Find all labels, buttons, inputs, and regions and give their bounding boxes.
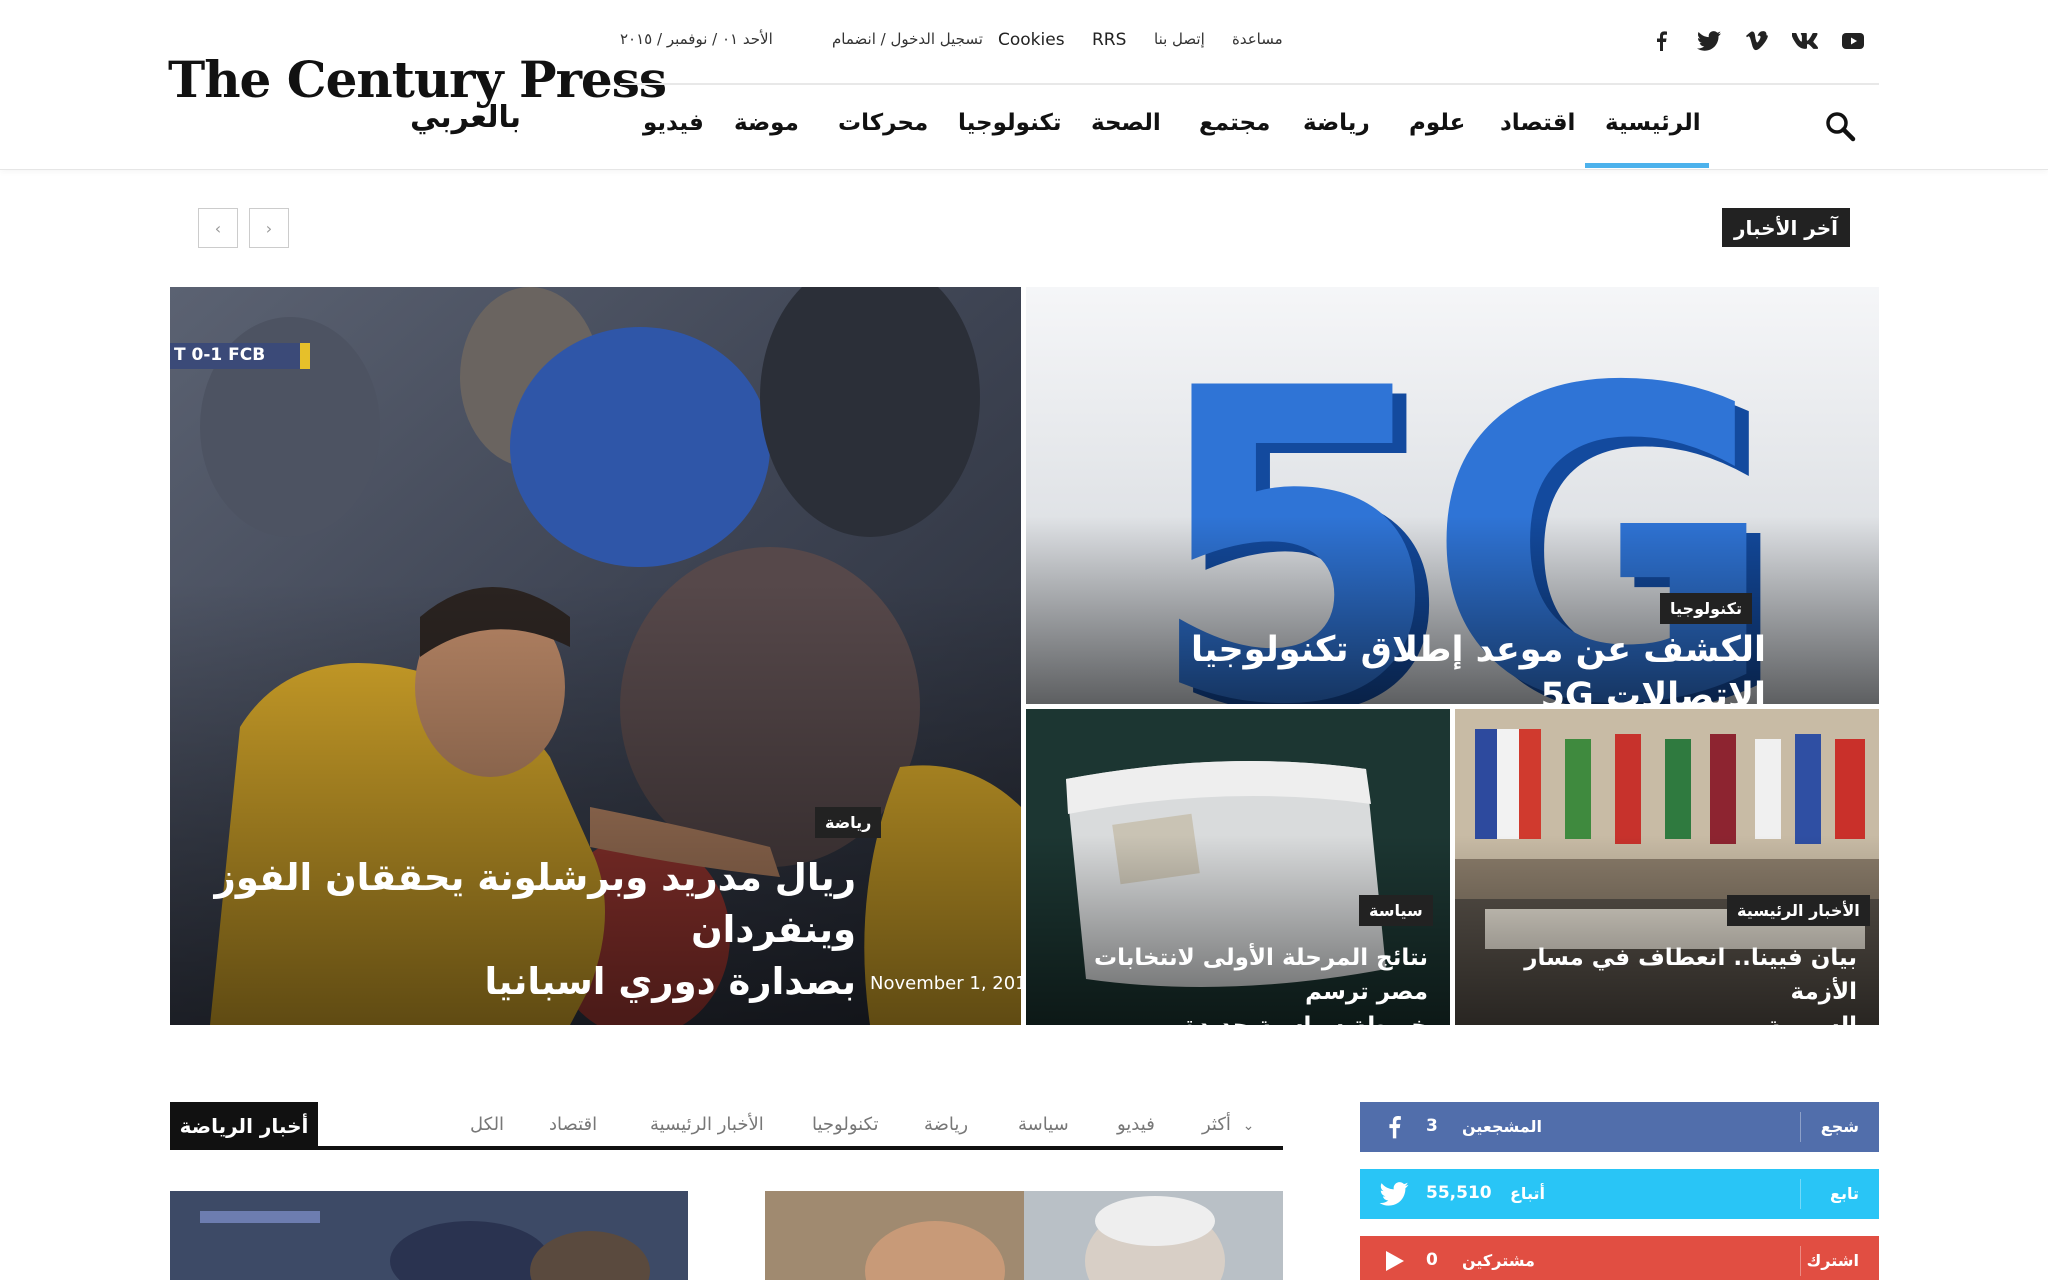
- title-line: السورية: [1475, 1009, 1857, 1025]
- featured-main-title[interactable]: ريال مدريد وبرشلونة يحققان الفوز وينفردا…: [210, 852, 856, 1008]
- counter-label: المشجعين: [1462, 1117, 1542, 1136]
- section-title: أخبار الرياضة: [170, 1102, 318, 1150]
- filter-video[interactable]: فيديو: [1117, 1114, 1155, 1135]
- nav-item-technology[interactable]: تكنولوجيا: [958, 110, 1061, 136]
- youtube-icon: [1378, 1246, 1410, 1276]
- date-label: الأحد ٠١ / نوفمبر / ٢٠١٥: [620, 30, 773, 48]
- prev-button[interactable]: ‹: [198, 208, 238, 248]
- article-thumbnail-image: [170, 1191, 688, 1280]
- article-thumbnail-image: [765, 1191, 1283, 1280]
- title-line: ريال مدريد وبرشلونة يحققان الفوز وينفردا…: [214, 856, 856, 951]
- nav-active-indicator: [1585, 163, 1709, 168]
- title-line: بصدارة دوري اسبانيا: [484, 960, 856, 1003]
- counter-label: أتباع: [1510, 1184, 1545, 1203]
- rss-link[interactable]: RRS: [1092, 30, 1126, 54]
- filter-sports[interactable]: رياضة: [924, 1114, 968, 1135]
- nav-item-society[interactable]: مجتمع: [1199, 110, 1270, 136]
- article-thumbnail[interactable]: [765, 1191, 1283, 1280]
- category-badge[interactable]: رياضة: [815, 807, 882, 838]
- twitter-icon[interactable]: [1696, 28, 1722, 54]
- vimeo-icon[interactable]: [1744, 28, 1770, 54]
- next-button[interactable]: ›: [249, 208, 289, 248]
- featured-bottom-right-title[interactable]: بيان فيينا.. انعطاف في مسار الأزمة السور…: [1475, 941, 1857, 1025]
- nav-item-science[interactable]: علوم: [1409, 110, 1465, 136]
- category-badge[interactable]: الأخبار الرئيسية: [1727, 895, 1870, 926]
- chevron-left-icon: ‹: [214, 218, 222, 238]
- facebook-counter[interactable]: 3 المشجعين شجع: [1360, 1102, 1879, 1152]
- twitter-follow-button[interactable]: تابع: [1830, 1184, 1859, 1203]
- chevron-right-icon: ›: [265, 218, 273, 238]
- nav-item-fashion[interactable]: موضة: [734, 110, 799, 136]
- category-badge[interactable]: تكنولوجيا: [1660, 593, 1752, 624]
- twitter-counter[interactable]: 55,510 أتباع تابع: [1360, 1169, 1879, 1219]
- title-line: خريطة سياسية جديدة: [1046, 1009, 1428, 1025]
- facebook-icon: [1378, 1112, 1410, 1142]
- featured-top-right-title[interactable]: الكشف عن موعد إطلاق تكنولوجيا الاتصالات …: [1086, 627, 1766, 704]
- contact-link[interactable]: إتصل بنا: [1154, 30, 1205, 54]
- title-line: نتائج المرحلة الأولى لانتخابات مصر ترسم: [1093, 945, 1428, 1005]
- category-badge[interactable]: سياسة: [1359, 895, 1433, 926]
- filter-politics[interactable]: سياسة: [1018, 1114, 1069, 1135]
- featured-bottom-mid-title[interactable]: نتائج المرحلة الأولى لانتخابات مصر ترسم …: [1046, 941, 1428, 1025]
- facebook-like-button[interactable]: شجع: [1821, 1117, 1859, 1136]
- youtube-counter[interactable]: 0 مشتركين اشترك: [1360, 1236, 1879, 1280]
- youtube-subscribe-button[interactable]: اشترك: [1807, 1251, 1859, 1270]
- latest-news-label: آخر الأخبار: [1722, 208, 1850, 247]
- header-divider: [620, 83, 1879, 85]
- article-thumbnail[interactable]: [170, 1191, 688, 1280]
- counter-value: 55,510: [1426, 1183, 1492, 1203]
- counter-value: 3: [1426, 1116, 1438, 1136]
- chevron-down-icon: ⌄: [1242, 1118, 1255, 1134]
- section-underline: [170, 1146, 1283, 1150]
- featured-bottom-right-tile[interactable]: الأخبار الرئيسية بيان فيينا.. انعطاف في …: [1455, 709, 1879, 1025]
- filter-all[interactable]: الكل: [470, 1114, 504, 1135]
- search-icon[interactable]: [1824, 110, 1858, 144]
- filter-economy[interactable]: اقتصاد: [549, 1114, 597, 1135]
- title-line: بيان فيينا.. انعطاف في مسار الأزمة: [1524, 945, 1857, 1005]
- help-link[interactable]: مساعدة: [1232, 30, 1283, 54]
- cookies-link[interactable]: Cookies: [998, 30, 1065, 54]
- featured-main-tile[interactable]: T 0-1 FCB رياضة ريال مدريد وبرشلونة يحقق…: [170, 287, 1021, 1025]
- post-date: November 1, 2015: [870, 973, 1021, 994]
- youtube-icon[interactable]: [1840, 28, 1866, 54]
- featured-top-right-tile[interactable]: 5G 5G تكنولوجيا الكشف عن موعد إطلاق تكنو…: [1026, 287, 1879, 704]
- facebook-icon[interactable]: [1648, 28, 1674, 54]
- featured-bottom-mid-tile[interactable]: سياسة نتائج المرحلة الأولى لانتخابات مصر…: [1026, 709, 1450, 1025]
- twitter-icon: [1378, 1179, 1410, 1209]
- nav-item-health[interactable]: الصحة: [1091, 110, 1161, 136]
- nav-item-motors[interactable]: محركات: [838, 110, 928, 136]
- login-link[interactable]: تسجيل الدخول / انضمام: [832, 30, 983, 54]
- scoreboard-text: T 0-1 FCB: [174, 345, 266, 365]
- vk-icon[interactable]: [1792, 28, 1818, 54]
- logo-arabic: بالعربي: [410, 100, 522, 135]
- nav-item-economy[interactable]: اقتصاد: [1500, 110, 1575, 136]
- filter-more[interactable]: أكثر ⌄: [1202, 1114, 1254, 1135]
- filter-top-news[interactable]: الأخبار الرئيسية: [650, 1114, 764, 1135]
- counter-value: 0: [1426, 1250, 1438, 1270]
- nav-item-video[interactable]: فيديو: [643, 110, 704, 136]
- filter-technology[interactable]: تكنولوجيا: [812, 1114, 879, 1135]
- site-header: The Century Press بالعربي الأحد ٠١ / نوف…: [0, 0, 2048, 170]
- nav-item-sports[interactable]: رياضة: [1303, 110, 1370, 136]
- nav-item-home[interactable]: الرئيسية: [1605, 110, 1701, 136]
- counter-label: مشتركين: [1462, 1251, 1535, 1270]
